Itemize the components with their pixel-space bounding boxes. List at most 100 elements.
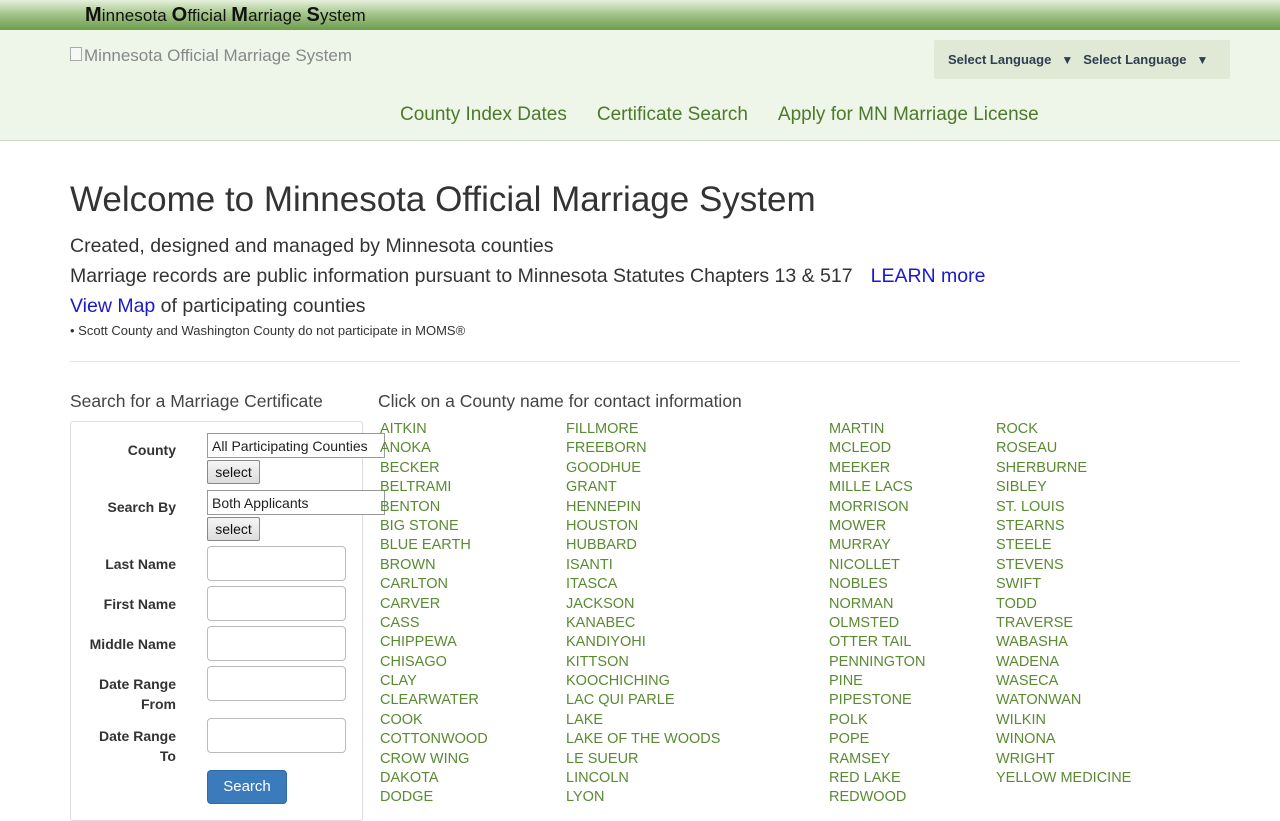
county-link[interactable]: HOUSTON <box>566 517 720 536</box>
search-by-select-button[interactable]: select <box>207 517 260 541</box>
county-link[interactable]: ITASCA <box>566 575 720 594</box>
county-link[interactable]: FREEBORN <box>566 439 720 458</box>
county-link[interactable]: WASECA <box>996 672 1131 691</box>
county-link[interactable]: CLEARWATER <box>380 691 488 710</box>
nav-apply-license[interactable]: Apply for MN Marriage License <box>778 104 1039 126</box>
county-link[interactable]: WABASHA <box>996 633 1131 652</box>
county-link[interactable]: HENNEPIN <box>566 498 720 517</box>
county-link[interactable]: CHIPPEWA <box>380 633 488 652</box>
site-logo[interactable]: Minnesota Official Marriage System <box>70 46 352 66</box>
county-link[interactable]: LYON <box>566 788 720 807</box>
language-select-1[interactable]: Select Language ▼ <box>948 52 1073 67</box>
county-link[interactable]: COOK <box>380 711 488 730</box>
county-link[interactable]: ROSEAU <box>996 439 1131 458</box>
county-link[interactable]: BROWN <box>380 556 488 575</box>
county-link[interactable]: LINCOLN <box>566 769 720 788</box>
search-by-select[interactable]: Both Applicants <box>207 490 385 515</box>
county-link[interactable]: WADENA <box>996 653 1131 672</box>
date-to-input[interactable] <box>207 718 346 753</box>
county-link[interactable]: GRANT <box>566 478 720 497</box>
county-link[interactable]: NICOLLET <box>829 556 925 575</box>
search-button[interactable]: Search <box>207 770 287 804</box>
county-link[interactable]: DAKOTA <box>380 769 488 788</box>
county-link[interactable]: CASS <box>380 614 488 633</box>
county-select[interactable]: All Participating Counties <box>207 433 385 458</box>
county-link[interactable]: WILKIN <box>996 711 1131 730</box>
county-link[interactable]: POPE <box>829 730 925 749</box>
county-link[interactable]: MURRAY <box>829 536 925 555</box>
county-link[interactable]: MILLE LACS <box>829 478 925 497</box>
county-link[interactable]: KITTSON <box>566 653 720 672</box>
county-link[interactable]: BELTRAMI <box>380 478 488 497</box>
county-link[interactable]: ST. LOUIS <box>996 498 1131 517</box>
view-map-link[interactable]: View Map <box>70 295 155 317</box>
county-link[interactable]: OTTER TAIL <box>829 633 925 652</box>
county-link[interactable]: NOBLES <box>829 575 925 594</box>
county-link[interactable]: COTTONWOOD <box>380 730 488 749</box>
county-link[interactable]: STEVENS <box>996 556 1131 575</box>
county-link[interactable]: AITKIN <box>380 420 488 439</box>
county-link[interactable]: SIBLEY <box>996 478 1131 497</box>
county-link[interactable]: GOODHUE <box>566 459 720 478</box>
county-link[interactable]: KANABEC <box>566 614 720 633</box>
county-link[interactable]: POLK <box>829 711 925 730</box>
county-link[interactable]: WINONA <box>996 730 1131 749</box>
county-link[interactable]: PENNINGTON <box>829 653 925 672</box>
county-link[interactable]: CLAY <box>380 672 488 691</box>
county-link[interactable]: KANDIYOHI <box>566 633 720 652</box>
county-link[interactable]: TODD <box>996 595 1131 614</box>
first-name-input[interactable] <box>207 586 346 621</box>
county-link[interactable]: CROW WING <box>380 750 488 769</box>
county-link[interactable]: SWIFT <box>996 575 1131 594</box>
county-link[interactable]: HUBBARD <box>566 536 720 555</box>
county-link[interactable]: TRAVERSE <box>996 614 1131 633</box>
county-select-button[interactable]: select <box>207 460 260 484</box>
county-link[interactable]: MORRISON <box>829 498 925 517</box>
county-link[interactable]: LAC QUI PARLE <box>566 691 720 710</box>
county-link[interactable]: NORMAN <box>829 595 925 614</box>
county-link[interactable]: BLUE EARTH <box>380 536 488 555</box>
county-link[interactable]: LE SUEUR <box>566 750 720 769</box>
county-link[interactable]: CHISAGO <box>380 653 488 672</box>
county-link[interactable]: OLMSTED <box>829 614 925 633</box>
county-link[interactable]: LAKE OF THE WOODS <box>566 730 720 749</box>
county-link[interactable]: JACKSON <box>566 595 720 614</box>
county-link[interactable]: YELLOW MEDICINE <box>996 769 1131 788</box>
county-link[interactable]: MARTIN <box>829 420 925 439</box>
county-link[interactable]: RED LAKE <box>829 769 925 788</box>
last-name-input[interactable] <box>207 546 346 581</box>
county-link[interactable]: PIPESTONE <box>829 691 925 710</box>
first-name-label: First Name <box>103 596 176 612</box>
county-link[interactable]: ANOKA <box>380 439 488 458</box>
county-label: County <box>127 442 176 458</box>
county-column-4: ROCK ROSEAU SHERBURNE SIBLEY ST. LOUIS STEARN… <box>996 420 1131 788</box>
county-link[interactable]: PINE <box>829 672 925 691</box>
county-link[interactable]: REDWOOD <box>829 788 925 807</box>
county-link[interactable]: BECKER <box>380 459 488 478</box>
nav-certificate-search[interactable]: Certificate Search <box>597 104 748 126</box>
county-link[interactable]: STEELE <box>996 536 1131 555</box>
county-link[interactable]: DODGE <box>380 788 488 807</box>
county-link[interactable]: KOOCHICHING <box>566 672 720 691</box>
county-link[interactable]: CARVER <box>380 595 488 614</box>
county-link[interactable]: MOWER <box>829 517 925 536</box>
middle-name-input[interactable] <box>207 626 346 661</box>
nav-county-index-dates[interactable]: County Index Dates <box>400 104 567 126</box>
county-link[interactable]: SHERBURNE <box>996 459 1131 478</box>
county-link[interactable]: ISANTI <box>566 556 720 575</box>
county-link[interactable]: WRIGHT <box>996 750 1131 769</box>
county-link[interactable]: STEARNS <box>996 517 1131 536</box>
county-link[interactable]: MCLEOD <box>829 439 925 458</box>
county-link[interactable]: LAKE <box>566 711 720 730</box>
county-link[interactable]: RAMSEY <box>829 750 925 769</box>
county-link[interactable]: CARLTON <box>380 575 488 594</box>
date-from-input[interactable] <box>207 666 346 701</box>
learn-more-link[interactable]: LEARN more <box>871 265 986 287</box>
county-link[interactable]: BIG STONE <box>380 517 488 536</box>
county-link[interactable]: FILLMORE <box>566 420 720 439</box>
language-select-2[interactable]: Select Language ▼ <box>1083 52 1208 67</box>
county-link[interactable]: WATONWAN <box>996 691 1131 710</box>
county-link[interactable]: MEEKER <box>829 459 925 478</box>
county-link[interactable]: BENTON <box>380 498 488 517</box>
county-link[interactable]: ROCK <box>996 420 1131 439</box>
